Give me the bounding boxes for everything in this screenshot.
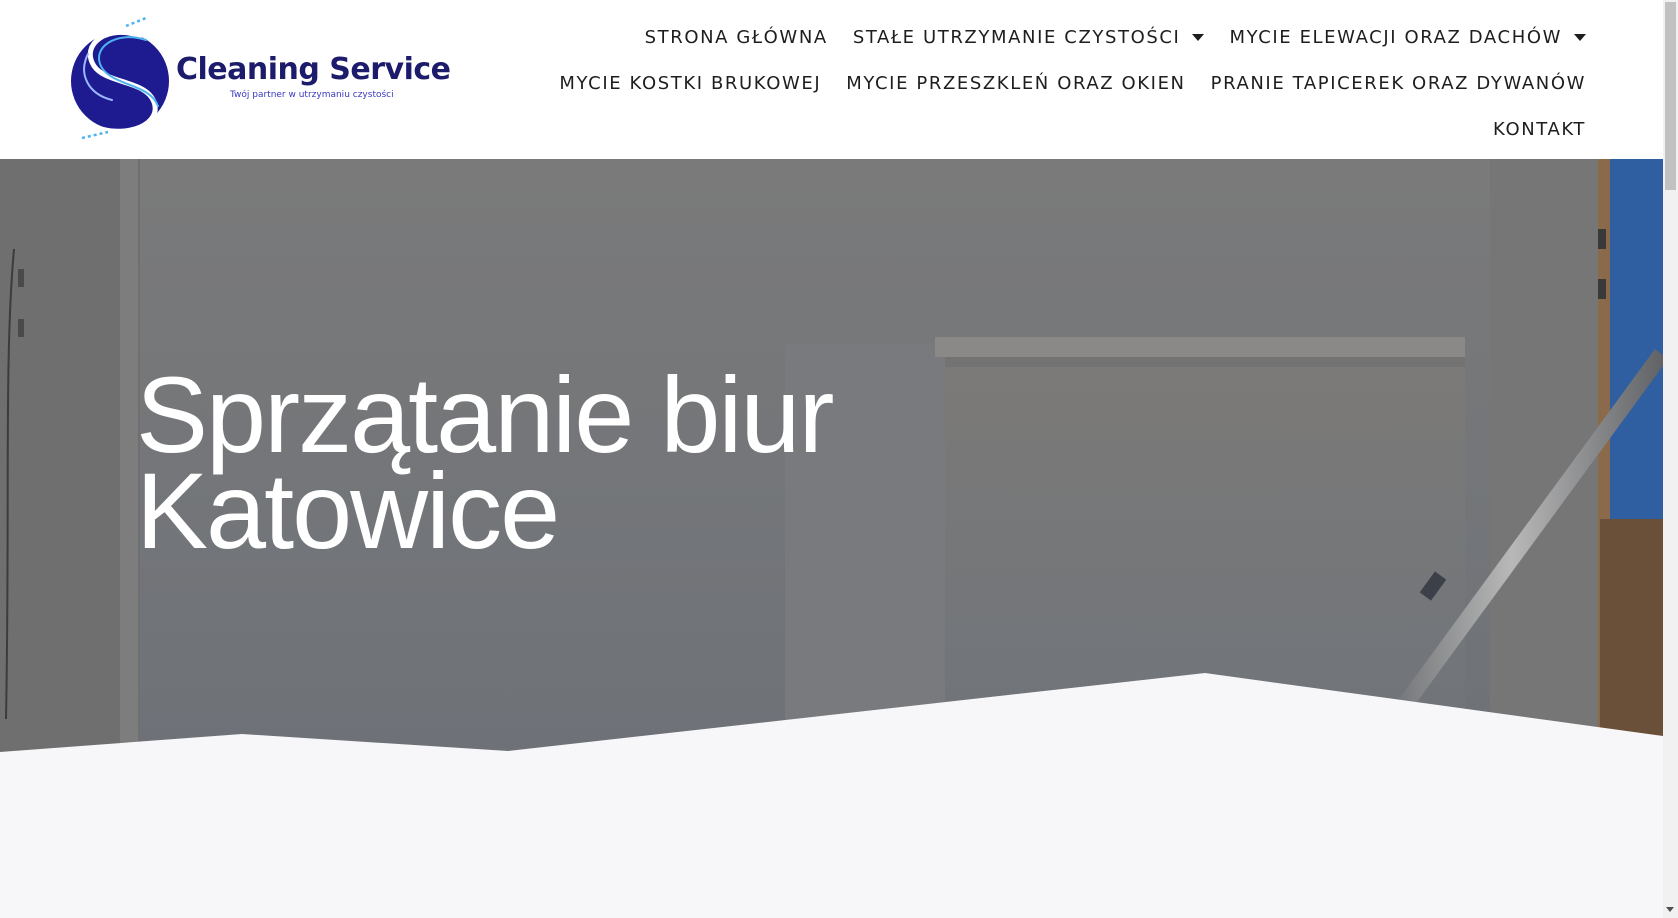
logo-tagline: Twój partner w utrzymaniu czystości	[230, 90, 394, 100]
nav-item-stale-utrzymanie[interactable]: STAŁE UTRZYMANIE CZYSTOŚCI	[853, 27, 1205, 48]
nav-row-3: KONTAKT	[436, 106, 1586, 152]
nav-item-mycie-elewacji[interactable]: MYCIE ELEWACJI ORAZ DACHÓW	[1229, 27, 1586, 48]
nav-item-strona-glowna[interactable]: STRONA GŁÓWNA	[645, 27, 828, 48]
nav-row-2: MYCIE KOSTKI BRUKOWEJ MYCIE PRZESZKLEŃ O…	[436, 60, 1586, 106]
nav-item-label: MYCIE ELEWACJI ORAZ DACHÓW	[1229, 26, 1562, 48]
logo-link[interactable]: Cleaning Service Twój partner w utrzyman…	[68, 14, 451, 144]
scroll-down-arrow-icon[interactable]	[1666, 907, 1674, 912]
logo-icon	[71, 16, 169, 140]
nav-item-label: STRONA GŁÓWNA	[644, 26, 828, 48]
site-header: Cleaning Service Twój partner w utrzyman…	[0, 0, 1663, 159]
nav-item-mycie-przeszklen[interactable]: MYCIE PRZESZKLEŃ ORAZ OKIEN	[846, 73, 1185, 94]
caret-down-icon	[1574, 33, 1586, 41]
page-scrollbar[interactable]	[1663, 0, 1678, 918]
nav-item-label: MYCIE KOSTKI BRUKOWEJ	[559, 72, 822, 94]
nav-item-label: MYCIE PRZESZKLEŃ ORAZ OKIEN	[846, 72, 1186, 94]
nav-row-1: STRONA GŁÓWNA STAŁE UTRZYMANIE CZYSTOŚCI…	[436, 14, 1586, 60]
nav-item-kontakt[interactable]: KONTAKT	[1493, 119, 1586, 140]
logo-title: Cleaning Service	[176, 52, 451, 87]
nav-item-label: PRANIE TAPICEREK ORAZ DYWANÓW	[1210, 72, 1586, 94]
scrollbar-thumb[interactable]	[1665, 2, 1676, 190]
main-navigation: STRONA GŁÓWNA STAŁE UTRZYMANIE CZYSTOŚCI…	[436, 14, 1586, 152]
nav-item-mycie-kostki[interactable]: MYCIE KOSTKI BRUKOWEJ	[559, 73, 821, 94]
nav-item-pranie-tapicerek[interactable]: PRANIE TAPICEREK ORAZ DYWANÓW	[1211, 73, 1586, 94]
caret-down-icon	[1192, 33, 1205, 41]
nav-item-label: STAŁE UTRZYMANIE CZYSTOŚCI	[852, 26, 1181, 48]
nav-item-label: KONTAKT	[1493, 118, 1586, 140]
